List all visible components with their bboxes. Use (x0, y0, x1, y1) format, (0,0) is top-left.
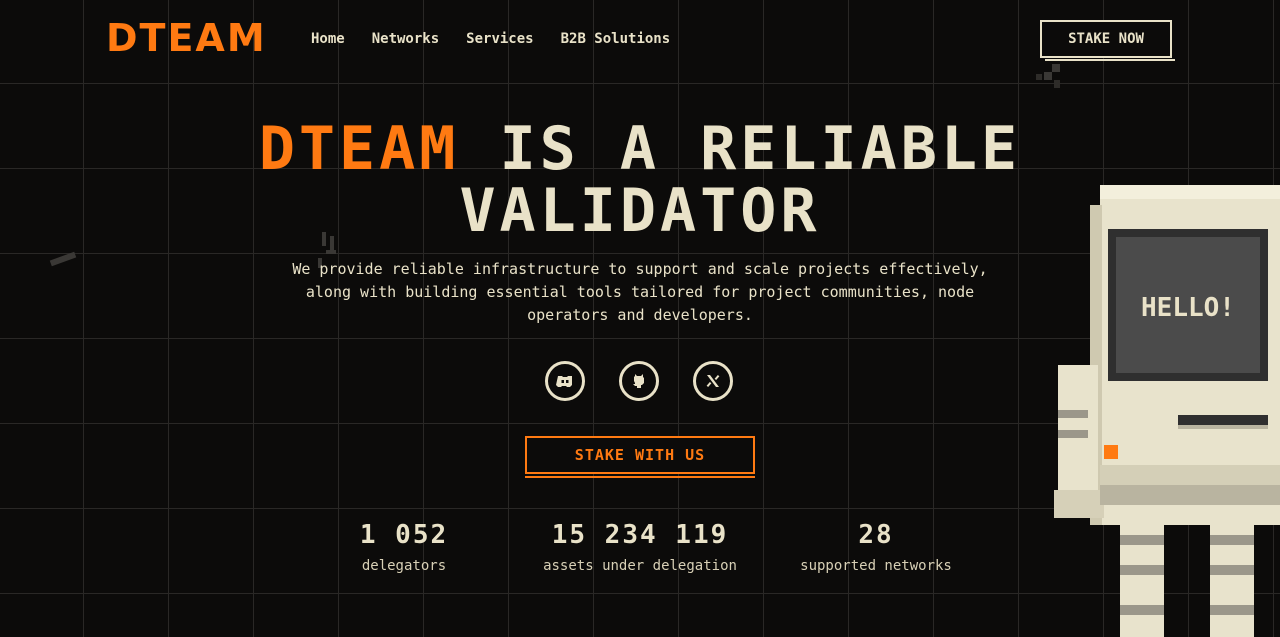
pixel-decoration-icon (49, 251, 77, 267)
main-nav: Home Networks Services B2B Solutions (311, 31, 670, 47)
stat-assets: 15 234 119 assets under delegation (530, 520, 750, 574)
stat-label: assets under delegation (543, 558, 737, 574)
x-icon (706, 374, 720, 388)
discord-link[interactable] (545, 361, 585, 401)
github-icon (633, 374, 644, 388)
stat-delegators: 1 052 delegators (334, 520, 474, 574)
discord-icon (556, 376, 572, 387)
stat-value: 1 052 (359, 520, 449, 550)
social-links (545, 361, 733, 401)
stake-with-us-button[interactable]: STAKE WITH US (525, 436, 755, 478)
hero-title-line2: VALIDATOR (459, 176, 821, 246)
hero-description: We provide reliable infrastructure to su… (292, 260, 988, 324)
computer-mascot: HELLO! (1054, 185, 1280, 637)
nav-services[interactable]: Services (466, 31, 533, 47)
github-link[interactable] (619, 361, 659, 401)
logo[interactable]: DTEAM (106, 18, 267, 58)
stat-value: 28 (858, 520, 894, 550)
stat-label: delegators (361, 558, 447, 574)
nav-home[interactable]: Home (311, 31, 345, 47)
stat-value: 15 234 119 (551, 520, 729, 550)
stake-now-button[interactable]: STAKE NOW (1040, 20, 1175, 61)
x-link[interactable] (693, 361, 733, 401)
nav-networks[interactable]: Networks (372, 31, 439, 47)
hero-title-rest: IS A RELIABLE (499, 114, 1022, 184)
pixel-decoration-icon (1036, 64, 1060, 88)
hero-title-accent: DTEAM (258, 114, 460, 184)
nav-b2b-solutions[interactable]: B2B Solutions (561, 31, 671, 47)
robot-screen-text: HELLO! (1141, 293, 1235, 323)
stat-networks: 28 supported networks (796, 520, 956, 574)
stat-label: supported networks (800, 558, 952, 574)
